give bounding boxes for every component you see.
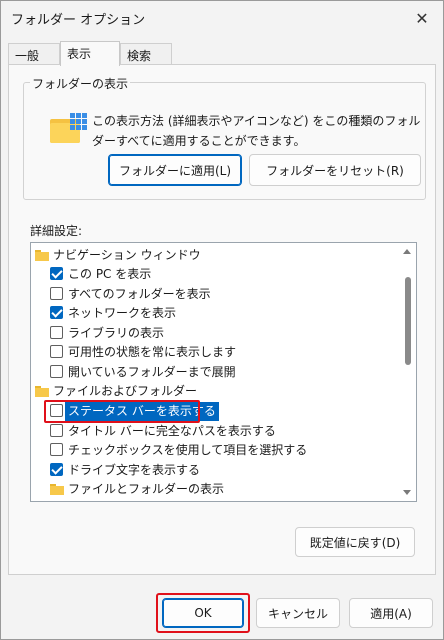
checkbox-use-check-boxes[interactable] (50, 443, 63, 456)
list-item[interactable]: タイトル バーに完全なパスを表示する (31, 422, 399, 441)
list-item[interactable]: ネットワークを表示 (31, 304, 399, 323)
list-item: ファイルとフォルダーの表示 (31, 480, 399, 499)
view-tab-panel: フォルダーの表示 この表示方法 (詳細表示やアイコンなど) をこの種類のフォルダ… (8, 64, 436, 575)
checkbox-full-path-in-title[interactable] (50, 424, 63, 437)
folder-icon (50, 484, 64, 495)
list-item[interactable]: チェックボックスを使用して項目を選択する (31, 441, 399, 460)
close-button[interactable]: ✕ (407, 5, 437, 31)
folder-view-group: フォルダーの表示 この表示方法 (詳細表示やアイコンなど) をこの種類のフォルダ… (23, 75, 426, 200)
restore-defaults-button[interactable]: 既定値に戻す(D) (295, 527, 415, 557)
title-bar: フォルダー オプション ✕ (1, 1, 443, 35)
status-bar-highlight-box (44, 400, 200, 423)
apply-button[interactable]: 適用(A) (349, 598, 433, 628)
checkbox-expand-to-open-folder[interactable] (50, 365, 63, 378)
list-item[interactable]: 可用性の状態を常に表示します (31, 343, 399, 362)
ok-highlight-box (156, 593, 250, 633)
list-item[interactable]: すべてのフォルダーを表示 (31, 285, 399, 304)
tab-view[interactable]: 表示 (60, 41, 120, 66)
list-item: ファイルおよびフォルダー (31, 382, 399, 401)
scroll-down-icon[interactable] (403, 490, 411, 495)
close-icon: ✕ (415, 8, 429, 28)
list-item: ナビゲーション ウィンドウ (31, 246, 399, 265)
folder-view-description: この表示方法 (詳細表示やアイコンなど) をこの種類のフォルダーすべてに適用する… (92, 114, 421, 148)
checkbox-show-libraries[interactable] (50, 326, 63, 339)
list-item[interactable]: 開いているフォルダーまで展開 (31, 363, 399, 382)
cancel-button[interactable]: キャンセル (256, 598, 340, 628)
scroll-up-icon[interactable] (403, 249, 411, 254)
folder-icon (35, 250, 49, 261)
window-title: フォルダー オプション (11, 13, 146, 28)
checkbox-show-all-folders[interactable] (50, 287, 63, 300)
folder-view-group-title: フォルダーの表示 (30, 75, 131, 92)
list-item[interactable]: ドライブ文字を表示する (31, 461, 399, 480)
advanced-settings-items: ナビゲーション ウィンドウ この PC を表示 すべてのフォルダーを表示 ネット… (31, 243, 399, 501)
list-item[interactable]: この PC を表示 (31, 265, 399, 284)
dialog-footer: OK キャンセル 適用(A) (1, 576, 443, 639)
reset-folders-button[interactable]: フォルダーをリセット(R) (249, 154, 421, 186)
checkbox-show-network[interactable] (50, 306, 63, 319)
checkbox-show-availability[interactable] (50, 345, 63, 358)
apply-to-folders-button[interactable]: フォルダーに適用(L) (108, 154, 242, 186)
advanced-settings-list[interactable]: ナビゲーション ウィンドウ この PC を表示 すべてのフォルダーを表示 ネット… (30, 242, 417, 502)
folder-options-dialog: フォルダー オプション ✕ 一般 表示 検索 フォルダーの表示 この表示方法 (… (0, 0, 444, 640)
checkbox-show-drive-letters[interactable] (50, 463, 63, 476)
tab-general[interactable]: 一般 (8, 43, 60, 65)
list-item[interactable]: ライブラリの表示 (31, 324, 399, 343)
advanced-settings-label: 詳細設定: (30, 224, 83, 238)
vertical-scrollbar[interactable] (399, 243, 416, 501)
checkbox-show-this-pc[interactable] (50, 267, 63, 280)
tab-search[interactable]: 検索 (120, 43, 172, 65)
folder-view-icon (50, 113, 87, 143)
folder-icon (35, 386, 49, 397)
scroll-thumb[interactable] (405, 277, 411, 365)
